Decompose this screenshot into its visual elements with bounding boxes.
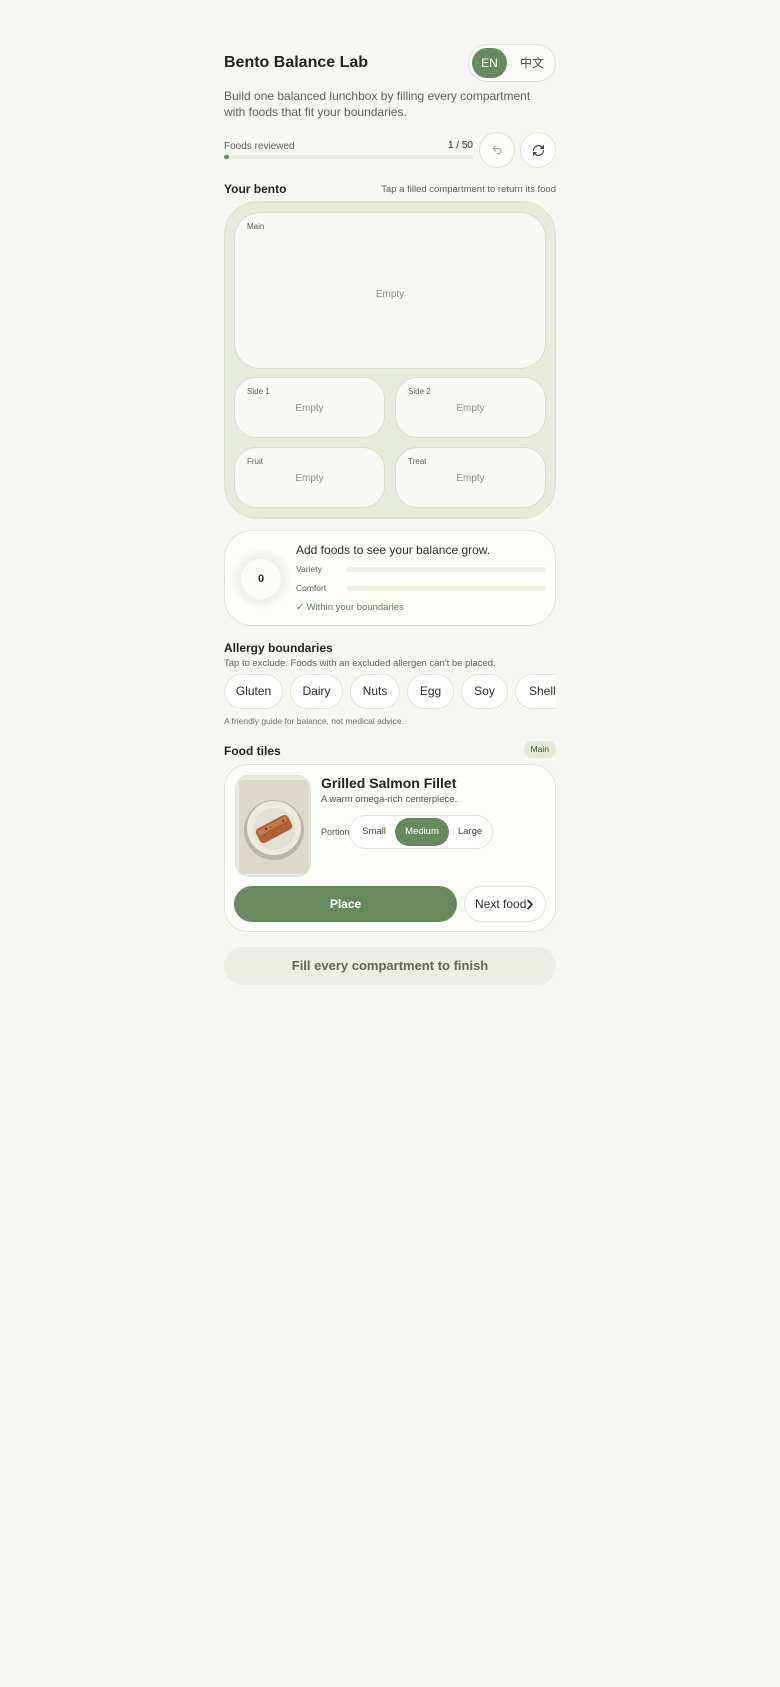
header: Bento Balance Lab EN 中文 (224, 44, 556, 82)
refresh-icon (532, 144, 544, 156)
compartment-label: Side 2 (408, 387, 431, 396)
comfort-label: Comfort (296, 583, 327, 593)
portion-large[interactable]: Large (450, 818, 490, 846)
portion-label: Portion (321, 827, 350, 837)
food-tiles-title: Food tiles (224, 744, 281, 758)
progress-label: Foods reviewed (224, 141, 295, 152)
food-name: Grilled Salmon Fillet (321, 775, 457, 791)
progress-bar (224, 155, 473, 159)
lang-en-button[interactable]: EN (472, 48, 507, 78)
allergy-chip-soy[interactable]: Soy (461, 674, 508, 709)
salmon-plate-icon (239, 780, 309, 874)
compartment-side-1[interactable]: Side 1 Empty (234, 377, 385, 438)
app-title: Bento Balance Lab (224, 54, 369, 71)
compartment-state: Empty (375, 289, 405, 300)
undo-icon (492, 145, 502, 154)
boundary-status: ✓ Within your boundaries (296, 602, 404, 613)
compartment-label: Fruit (247, 457, 263, 466)
compartment-label: Main (247, 222, 265, 231)
lang-zh-button[interactable]: 中文 (513, 48, 551, 78)
disclaimer: A friendly guide for balance, not medica… (224, 716, 405, 726)
balance-message: Add foods to see your balance grow. (296, 543, 491, 557)
refresh-button[interactable] (520, 132, 556, 168)
compartment-badge: Main (523, 741, 556, 758)
portion-small[interactable]: Small (353, 818, 395, 846)
place-button[interactable]: Place (234, 886, 457, 922)
food-card: Grilled Salmon Fillet A warm omega-rich … (224, 764, 556, 932)
compartment-state: Empty (295, 403, 324, 414)
bento-title: Your bento (224, 182, 287, 196)
balance-card: 0 Add foods to see your balance grow. Va… (224, 530, 556, 626)
progress-row: Foods reviewed 1 / 50 (224, 132, 556, 168)
allergy-chip-nuts[interactable]: Nuts (350, 674, 400, 709)
portion-selector: Small Medium Large (349, 815, 493, 849)
compartment-label: Side 1 (247, 387, 270, 396)
compartment-treat[interactable]: Treat Empty (395, 447, 546, 508)
compartment-fruit[interactable]: Fruit Empty (234, 447, 385, 508)
allergy-title: Allergy boundaries (224, 641, 333, 655)
comfort-meter (347, 586, 546, 591)
food-description: A warm omega-rich centerpiece. (321, 794, 458, 805)
undo-button[interactable] (479, 132, 515, 168)
variety-meter (347, 567, 546, 572)
compartment-state: Empty (456, 473, 485, 484)
bento-tray: Main Empty Side 1 Empty Side 2 Empty Fru… (224, 201, 556, 519)
next-food-label: Next food (475, 897, 527, 911)
balance-score: 0 (241, 559, 281, 599)
compartment-state: Empty (295, 473, 324, 484)
compartment-side-2[interactable]: Side 2 Empty (395, 377, 546, 438)
allergy-chip-shellfish[interactable]: Shellfish (515, 674, 556, 709)
food-image (235, 775, 311, 877)
app-subtitle: Build one balanced lunchbox by filling e… (224, 89, 531, 119)
allergy-subtitle: Tap to exclude. Foods with an excluded a… (224, 658, 496, 669)
compartment-label: Treat (408, 457, 427, 466)
compartment-state: Empty (456, 403, 485, 414)
variety-label: Variety (296, 564, 322, 574)
chevron-right-icon (527, 899, 533, 910)
bento-hint: Tap a filled compartment to return its f… (381, 184, 556, 195)
allergy-chip-egg[interactable]: Egg (407, 674, 454, 709)
allergy-chip-dairy[interactable]: Dairy (290, 674, 343, 709)
language-toggle: EN 中文 (468, 44, 556, 82)
portion-medium[interactable]: Medium (395, 818, 449, 846)
allergy-chip-list[interactable]: Gluten Dairy Nuts Egg Soy Shellfish (224, 674, 556, 710)
progress-fill (224, 155, 229, 159)
next-food-button[interactable]: Next food (464, 886, 546, 922)
compartment-main[interactable]: Main Empty (234, 212, 546, 369)
progress-count: 1 / 50 (447, 140, 473, 151)
allergy-chip-gluten[interactable]: Gluten (224, 674, 283, 709)
finish-button[interactable]: Fill every compartment to finish (224, 947, 556, 985)
